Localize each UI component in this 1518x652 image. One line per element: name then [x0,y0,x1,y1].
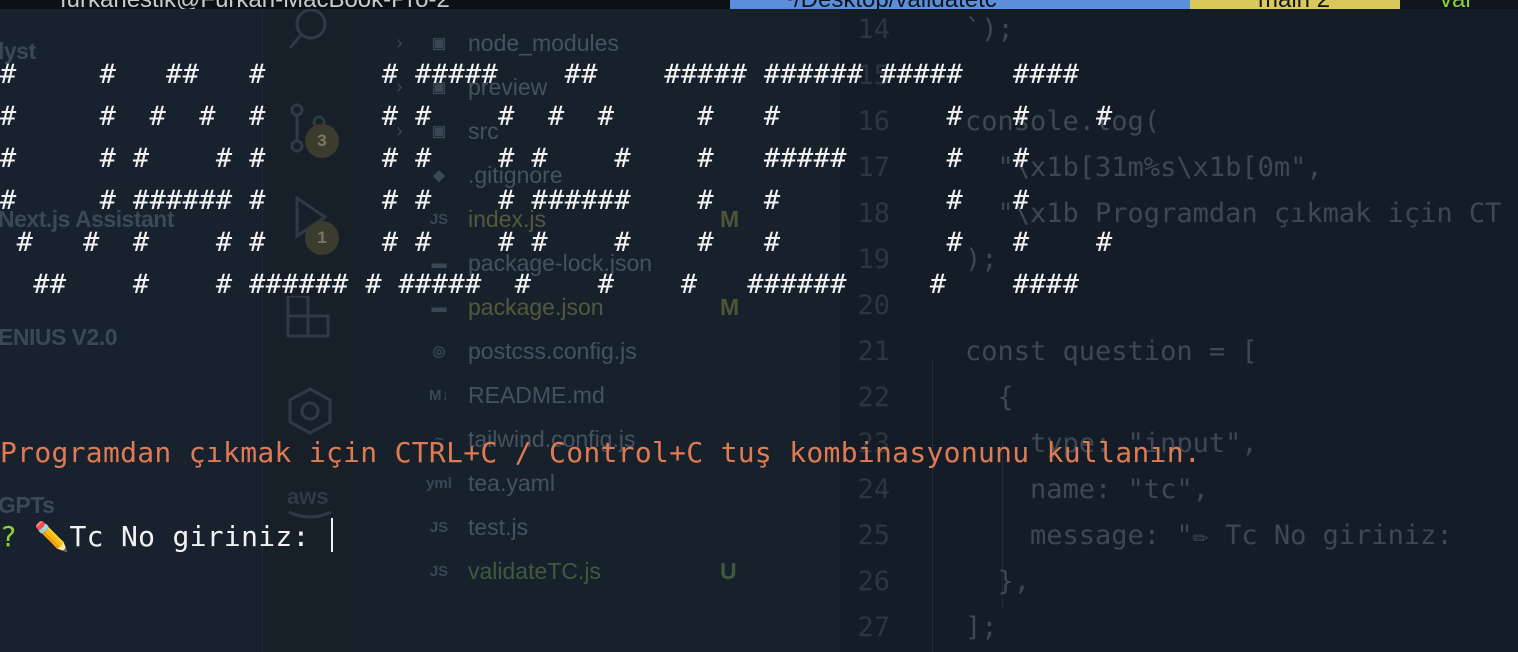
text-cursor [330,518,333,552]
ascii-art-line: # # # # # # # # # # # ##### # # [0,143,1030,174]
prompt-label: Tc No giriniz: [69,520,310,553]
ascii-art-line: # # ###### # # # # ###### # # # # [0,185,1030,216]
ascii-art-line: # # # # # # # # # # # # # # # [0,227,1113,258]
ascii-art-line: ## # # ###### # ##### # # # ###### # ###… [0,269,1080,300]
input-prompt[interactable]: ? ✏️Tc No giriniz: [0,518,333,553]
exit-warning: Programdan çıkmak için CTRL+C / Control+… [0,436,1202,469]
ascii-art-line: # # ## # # ##### ## ##### ###### ##### #… [0,59,1080,90]
terminal[interactable]: # # ## # # ##### ## ##### ###### ##### #… [0,0,1518,652]
question-mark: ? [0,520,18,553]
ascii-art-line: # # # # # # # # # # # # # # # [0,101,1113,132]
pencil-icon: ✏️ [34,520,70,553]
